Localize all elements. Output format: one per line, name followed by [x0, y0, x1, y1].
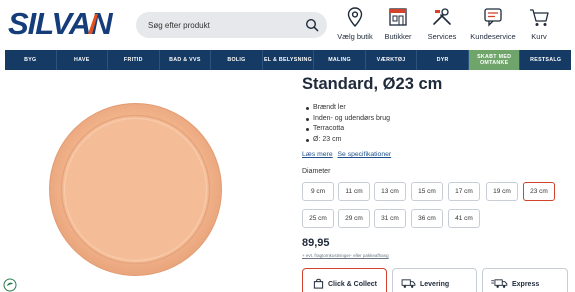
size-option-31cm[interactable]: 31 cm — [374, 209, 406, 228]
header-nav: Vælg butik Butikker Services Kundeservic… — [336, 6, 571, 44]
nav-stores[interactable]: Butikker — [380, 6, 416, 44]
size-option-41cm[interactable]: 41 cm — [448, 209, 480, 228]
truck-icon — [401, 279, 416, 288]
product-image-area — [0, 74, 285, 292]
nav-services[interactable]: Services — [424, 6, 460, 44]
diameter-label: Diameter — [302, 168, 331, 175]
click-collect-option[interactable]: Click & Collect — [302, 268, 387, 292]
feature-item: Inden- og udendørs brug — [306, 114, 390, 125]
see-specifications-link[interactable]: Se specifikationer — [338, 151, 392, 158]
shopping-cart-icon — [530, 9, 549, 26]
search-icon[interactable] — [305, 18, 319, 32]
nav-label: Kundeservice — [470, 32, 516, 41]
option-label: Express — [512, 281, 540, 288]
option-label: Levering — [420, 281, 450, 288]
size-option-36cm[interactable]: 36 cm — [411, 209, 443, 228]
category-byg[interactable]: BYG — [5, 50, 57, 70]
product-title: Standard, Ø23 cm — [302, 75, 443, 93]
express-option[interactable]: Express — [482, 268, 568, 292]
nav-label: Kurv — [531, 32, 547, 41]
category-have[interactable]: HAVE — [57, 50, 109, 70]
read-more-link[interactable]: Læs mere — [302, 151, 333, 158]
nav-label: Vælg butik — [337, 32, 373, 41]
nav-label: Butikker — [384, 32, 412, 41]
nav-label: Services — [427, 32, 457, 41]
category-dyr[interactable]: DYR — [417, 50, 469, 70]
nav-cart[interactable]: Kurv — [524, 6, 554, 44]
product-links: Læs mere Se specifikationer — [302, 151, 394, 158]
size-option-23cm[interactable]: 23 cm — [523, 182, 555, 201]
delivery-option[interactable]: Levering — [392, 268, 477, 292]
category-skabt-med-omtanke[interactable]: SKABT MED OMTANKE — [468, 50, 521, 70]
map-pin-icon — [347, 7, 363, 28]
feature-item: Brændt ler — [306, 103, 390, 114]
size-option-17cm[interactable]: 17 cm — [448, 182, 480, 201]
feature-item: Terracotta — [306, 124, 390, 135]
size-option-25cm[interactable]: 25 cm — [302, 209, 334, 228]
option-label: Click & Collect — [328, 281, 378, 288]
feature-item: Ø: 23 cm — [306, 135, 390, 146]
search-input[interactable] — [148, 20, 298, 30]
chat-bubble-icon — [484, 8, 502, 27]
eco-badge-icon — [3, 278, 17, 292]
services-tools-icon — [433, 8, 451, 25]
size-option-13cm[interactable]: 13 cm — [374, 182, 406, 201]
category-nav: BYG HAVE FRITID BAD & VVS BOLIG EL & BEL… — [5, 50, 571, 70]
site-header: SILVAN Vælg butik Butikker — [0, 0, 575, 48]
category-restsalg[interactable]: RESTSALG — [520, 50, 571, 70]
search-bar[interactable] — [136, 12, 327, 38]
size-option-29cm[interactable]: 29 cm — [338, 209, 370, 228]
size-option-9cm[interactable]: 9 cm — [302, 182, 334, 201]
silvan-logo[interactable]: SILVAN — [8, 6, 113, 40]
category-el-belysning[interactable]: EL & BELYSNING — [263, 50, 315, 70]
product-image[interactable] — [48, 102, 223, 277]
express-truck-icon — [491, 279, 508, 288]
category-fritid[interactable]: FRITID — [108, 50, 160, 70]
category-bolig[interactable]: BOLIG — [211, 50, 263, 70]
price-note[interactable]: + evt. fragtomkostninger- eller pakkeafh… — [302, 253, 389, 258]
nav-choose-store[interactable]: Vælg butik — [336, 6, 374, 44]
product-price: 89,95 — [302, 237, 330, 249]
logo-swoosh-icon — [88, 14, 98, 34]
category-bad-vvs[interactable]: BAD & VVS — [160, 50, 212, 70]
size-option-15cm[interactable]: 15 cm — [411, 182, 443, 201]
product-features: Brændt ler Inden- og udendørs brug Terra… — [306, 103, 390, 145]
nav-customer-service[interactable]: Kundeservice — [470, 6, 516, 44]
shopping-bag-icon — [313, 278, 324, 289]
store-icon — [389, 8, 407, 26]
size-option-19cm[interactable]: 19 cm — [486, 182, 518, 201]
category-maling[interactable]: MALING — [314, 50, 366, 70]
size-option-11cm[interactable]: 11 cm — [338, 182, 370, 201]
category-vaerktoej[interactable]: VÆRKTØJ — [366, 50, 418, 70]
